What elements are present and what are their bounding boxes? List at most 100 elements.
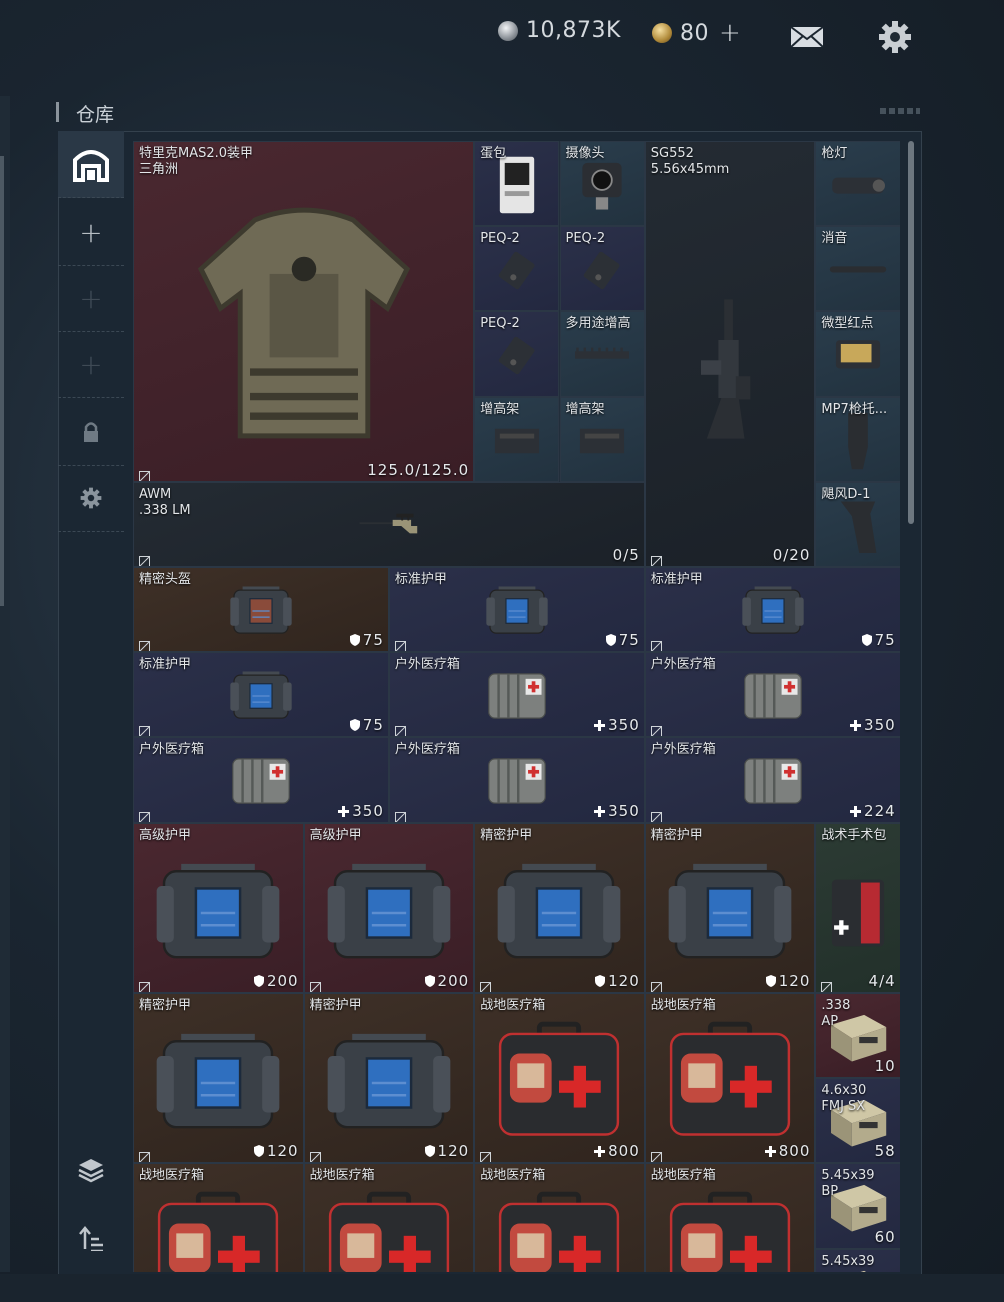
- item-slot-med2[interactable]: 户外医疗箱 350: [644, 652, 900, 738]
- sort-icon: [79, 1226, 103, 1251]
- sniper-rifle-icon: [312, 495, 466, 560]
- item-slot-egg[interactable]: 蛋包: [474, 141, 560, 227]
- sidebar-lock-button[interactable]: [58, 399, 124, 466]
- no-insure-icon: [650, 552, 662, 566]
- shield-icon: [595, 972, 608, 990]
- item-value-text: 10: [874, 1057, 896, 1076]
- item-slot-std2[interactable]: 标准护甲 75: [644, 567, 900, 653]
- shield-icon: [424, 1142, 438, 1160]
- item-name: 高级护甲: [309, 827, 362, 843]
- item-name: 飓风D-1: [821, 486, 871, 502]
- item-slot-adv1[interactable]: 高级护甲 200: [133, 822, 304, 993]
- item-slot-riser1[interactable]: 增高架: [474, 396, 560, 482]
- item-name: 战地医疗箱: [650, 998, 716, 1013]
- heal-plus-icon: [594, 716, 608, 734]
- item-slot-riser2[interactable]: 增高架: [559, 396, 645, 482]
- riser-icon: [567, 410, 637, 475]
- item-slot-suppressor[interactable]: 消音: [815, 226, 900, 312]
- item-name: 精密护甲: [309, 998, 362, 1013]
- item-slot-med4[interactable]: 户外医疗箱 350: [388, 737, 645, 823]
- mail-icon[interactable]: [790, 26, 824, 48]
- heal-plus-icon: [338, 802, 352, 820]
- item-slot-field2[interactable]: 战地医疗箱 800: [644, 993, 816, 1164]
- left-edge-panel: [0, 96, 10, 1272]
- item-slot-field3[interactable]: 战地医疗箱: [133, 1163, 304, 1272]
- gear-icon[interactable]: [878, 20, 912, 54]
- armor-case-icon: [660, 851, 800, 978]
- item-slot-peq2[interactable]: PEQ-2: [559, 226, 645, 312]
- sidebar-sort-button[interactable]: [58, 1205, 124, 1271]
- item-value: 200: [424, 972, 470, 990]
- item-slot-med1[interactable]: 户外医疗箱 350: [388, 652, 645, 738]
- item-slot-sg552[interactable]: SG552 5.56x45mm 0/20: [644, 141, 816, 567]
- shield-icon: [253, 972, 267, 990]
- item-slot-prec4[interactable]: 精密护甲 120: [303, 993, 475, 1164]
- add-gold-button[interactable]: +: [719, 18, 741, 48]
- no-insure-icon: [309, 978, 321, 992]
- item-value-text: 125.0/125.0: [367, 460, 470, 479]
- item-slot-camera[interactable]: 摄像头: [559, 141, 645, 227]
- body-armor-icon: [164, 200, 443, 449]
- sidebar-warehouse-tab[interactable]: [58, 131, 124, 198]
- item-value-text: 120: [266, 1142, 299, 1161]
- item-slot-helmet[interactable]: 精密头盔 75: [133, 567, 389, 653]
- add-icon-disabled: +: [79, 281, 103, 315]
- item-slot-field4[interactable]: 战地医疗箱: [303, 1163, 475, 1272]
- item-slot-mp7[interactable]: MP7枪托...: [815, 396, 900, 482]
- grid-scrollbar[interactable]: [908, 141, 914, 524]
- item-value-text: 0/5: [612, 545, 640, 564]
- item-slot-multirail[interactable]: 多用途增高: [559, 311, 645, 397]
- item-name: 精密护甲: [480, 827, 533, 843]
- laser-module-icon: [482, 325, 552, 390]
- item-value: 75: [861, 631, 896, 649]
- armor-case-icon: [184, 665, 338, 730]
- item-slot-med3[interactable]: 户外医疗箱 350: [133, 737, 389, 823]
- item-slot-peq1[interactable]: PEQ-2: [474, 226, 560, 312]
- sidebar-settings-button[interactable]: [58, 465, 124, 532]
- item-slot-ammo46[interactable]: 4.6x30 FMJ SX 58: [815, 1078, 900, 1164]
- shield-icon: [861, 631, 875, 649]
- item-slot-std3[interactable]: 标准护甲 75: [133, 652, 389, 738]
- item-name: .338 AP: [821, 998, 851, 1029]
- item-slot-armor[interactable]: 特里克MAS2.0装甲 三角洲 125.0/125.0: [133, 141, 475, 482]
- item-name: 户外医疗箱: [650, 742, 716, 758]
- item-name: 战地医疗箱: [650, 1168, 716, 1184]
- item-value: 350: [594, 716, 640, 734]
- armor-case-icon: [440, 580, 594, 645]
- item-slot-adv2[interactable]: 高级护甲 200: [303, 822, 475, 993]
- item-slot-ammo545[interactable]: 5.45x39 BP 60: [815, 1163, 900, 1249]
- item-slot-std1[interactable]: 标准护甲 75: [388, 567, 645, 653]
- item-slot-peq3[interactable]: PEQ-2: [474, 311, 560, 397]
- item-slot-reddot[interactable]: 微型红点: [815, 311, 900, 397]
- item-slot-prec3[interactable]: 精密护甲 120: [133, 993, 304, 1164]
- item-slot-ammo545b[interactable]: 5.45x39: [815, 1248, 900, 1272]
- item-slot-field5[interactable]: 战地医疗箱: [474, 1163, 645, 1272]
- item-value: 224: [850, 802, 896, 820]
- item-slot-ammo338[interactable]: .338 AP 10: [815, 993, 900, 1079]
- add-icon: +: [79, 215, 103, 249]
- grip-icon: [823, 495, 893, 560]
- shield-icon: [424, 972, 438, 990]
- item-slot-med5[interactable]: 户外医疗箱 224: [644, 737, 900, 823]
- sidebar-add-button[interactable]: +: [58, 199, 124, 266]
- item-slot-grip[interactable]: 飓风D-1: [815, 481, 900, 567]
- item-slot-field6[interactable]: 战地医疗箱: [644, 1163, 816, 1272]
- item-value: 200: [253, 972, 299, 990]
- sidebar-layers-button[interactable]: [58, 1137, 124, 1203]
- item-slot-prec2[interactable]: 精密护甲 120: [644, 822, 816, 993]
- item-value: 75: [605, 631, 640, 649]
- item-value: 60: [875, 1228, 896, 1246]
- item-slot-awm[interactable]: AWM .338 LM 0/5: [133, 481, 645, 567]
- no-insure-icon: [309, 1148, 321, 1163]
- item-slot-flashlight[interactable]: 枪灯: [815, 141, 900, 227]
- flashlight-icon: [823, 154, 893, 219]
- item-value: 350: [594, 802, 640, 820]
- item-slot-field1[interactable]: 战地医疗箱 800: [474, 993, 645, 1164]
- no-insure-icon: [139, 722, 150, 737]
- suppressor-icon: [823, 239, 893, 304]
- item-slot-prec1[interactable]: 精密护甲 120: [474, 822, 645, 993]
- item-slot-surg[interactable]: 战术手术包 4/4: [815, 822, 900, 993]
- item-name: 5.45x39 BP: [821, 1168, 875, 1200]
- item-name: 蛋包: [480, 146, 507, 161]
- item-name: 战术手术包: [821, 827, 887, 843]
